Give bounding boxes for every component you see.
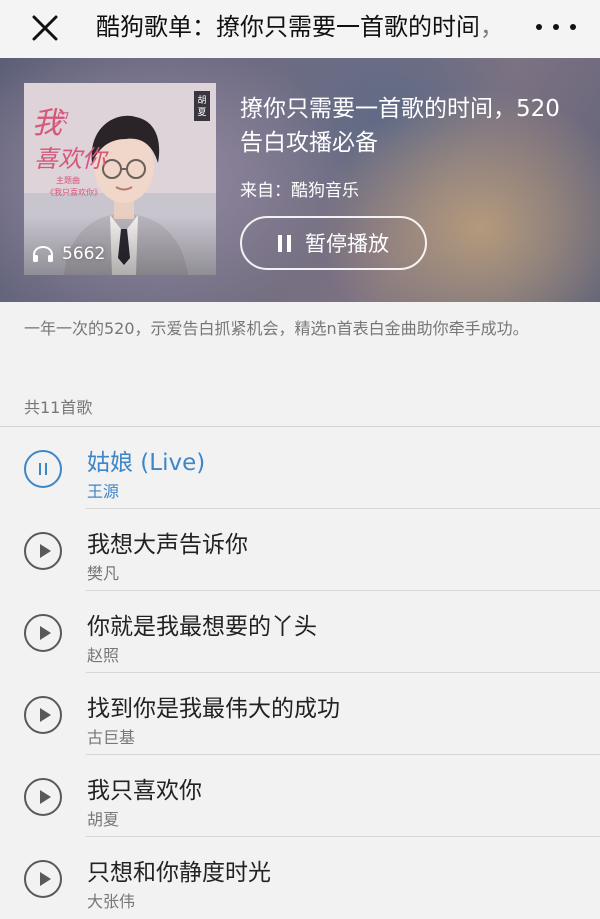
track-title: 我想大声告诉你 — [87, 532, 248, 558]
track-artist: 樊凡 — [87, 564, 120, 583]
track-title: 找到你是我最伟大的成功 — [87, 696, 340, 722]
svg-text:只: 只 — [54, 111, 69, 127]
page-title: 酷狗歌单：撩你只需要一首歌的时间，520告白攻播必备 — [96, 0, 504, 58]
play-count-value: 5662 — [62, 244, 106, 264]
svg-text:《我只喜欢你》: 《我只喜欢你》 — [46, 187, 102, 197]
dot — [536, 24, 542, 30]
play-circle-icon[interactable] — [24, 778, 62, 816]
track-title: 姑娘 (Live) — [87, 450, 206, 476]
track-artist: 古巨基 — [87, 728, 136, 747]
play-circle-icon[interactable] — [24, 614, 62, 652]
headphones-icon — [33, 245, 53, 262]
track-row[interactable]: 你就是我最想要的丫头 赵照 — [0, 591, 600, 673]
track-artist: 大张伟 — [87, 892, 136, 911]
dot — [570, 24, 576, 30]
svg-text:胡: 胡 — [197, 94, 206, 106]
play-circle-icon[interactable] — [24, 860, 62, 898]
pause-button-label: 暂停播放 — [305, 232, 389, 256]
track-title: 我只喜欢你 — [87, 778, 202, 804]
playlist-cover[interactable]: 我 只 喜欢你 主题曲 《我只喜欢你》 胡 夏 5662 — [24, 83, 216, 275]
track-row[interactable]: 只想和你静度时光 大张伟 — [0, 837, 600, 919]
pause-icon — [278, 234, 291, 252]
svg-text:夏: 夏 — [197, 107, 206, 118]
play-circle-icon[interactable] — [24, 532, 62, 570]
track-artist: 胡夏 — [87, 810, 120, 829]
track-artist: 王源 — [87, 482, 120, 501]
svg-text:喜欢你: 喜欢你 — [34, 145, 109, 173]
playlist-header: 我 只 喜欢你 主题曲 《我只喜欢你》 胡 夏 5662 撩你只需要一首歌的时间… — [0, 58, 600, 302]
track-title: 只想和你静度时光 — [87, 860, 271, 886]
svg-text:主题曲: 主题曲 — [56, 175, 80, 185]
pause-playback-button[interactable]: 暂停播放 — [240, 216, 427, 270]
track-artist: 赵照 — [87, 646, 120, 665]
more-dots-icon[interactable] — [536, 14, 576, 40]
track-row[interactable]: 我想大声告诉你 樊凡 — [0, 509, 600, 591]
play-count: 5662 — [32, 241, 105, 267]
playlist-source: 来自：酷狗音乐 — [240, 181, 359, 201]
playlist-description: 一年一次的520，示爱告白抓紧机会，精选n首表白金曲助你牵手成功。 — [24, 319, 529, 338]
track-title: 你就是我最想要的丫头 — [87, 614, 317, 640]
close-icon[interactable] — [28, 11, 62, 45]
track-row[interactable]: 我只喜欢你 胡夏 — [0, 755, 600, 837]
pause-circle-icon[interactable] — [24, 450, 62, 488]
title-fade — [474, 0, 504, 58]
track-row[interactable]: 找到你是我最伟大的成功 古巨基 — [0, 673, 600, 755]
playlist-title: 撩你只需要一首歌的时间，520告白攻播必备 — [240, 96, 560, 156]
dot — [553, 24, 559, 30]
track-list: 姑娘 (Live) 王源 我想大声告诉你 樊凡 你就是我最想要的丫头 赵照 找到… — [0, 427, 600, 919]
play-circle-icon[interactable] — [24, 696, 62, 734]
track-count: 共11首歌 — [24, 398, 93, 417]
page-title-text: 酷狗歌单：撩你只需要一首歌的时间，520告白攻播必备 — [96, 13, 504, 41]
track-row[interactable]: 姑娘 (Live) 王源 — [0, 427, 600, 509]
top-navbar: 酷狗歌单：撩你只需要一首歌的时间，520告白攻播必备 — [0, 0, 600, 58]
